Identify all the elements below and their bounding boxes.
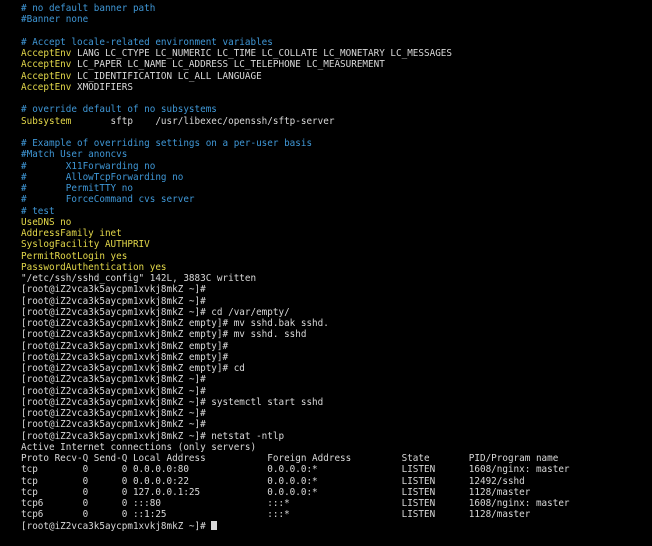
config-keyword: UseDNS no	[21, 216, 72, 228]
terminal-text: [root@iZ2vca3k5aycpm1xvkj8mkZ ~]#	[21, 374, 206, 386]
terminal-line: [root@iZ2vca3k5aycpm1xvkj8mkZ empty]#	[21, 352, 646, 363]
terminal-text: tcp 0 0 127.0.0.1:25 0.0.0.0:* LISTEN 11…	[21, 486, 531, 498]
terminal-line: tcp 0 0 127.0.0.1:25 0.0.0.0:* LISTEN 11…	[21, 487, 646, 498]
config-keyword: AcceptEnv	[21, 70, 72, 82]
terminal-line: # AllowTcpForwarding no	[21, 172, 646, 183]
config-keyword: SyslogFacility AUTHPRIV	[21, 239, 150, 251]
terminal-line: [root@iZ2vca3k5aycpm1xvkj8mkZ empty]# cd	[21, 363, 646, 374]
comment-text: # ForceCommand cvs server	[21, 194, 195, 206]
terminal-text: "/etc/ssh/sshd_config" 142L, 3883C writt…	[21, 273, 257, 284]
comment-text: # override default of no subsystems	[21, 104, 217, 116]
comment-text: # Example of overriding settings on a pe…	[21, 138, 313, 149]
text-cursor	[211, 520, 218, 530]
terminal-text: Proto Recv-Q Send-Q Local Address Foreig…	[21, 453, 559, 464]
terminal-line: AcceptEnv LC_IDENTIFICATION LC_ALL LANGU…	[21, 71, 646, 82]
terminal-text: [root@iZ2vca3k5aycpm1xvkj8mkZ ~]#	[21, 284, 206, 296]
comment-text: # AllowTcpForwarding no	[21, 171, 184, 183]
terminal-text: tcp 0 0 0.0.0.0:22 0.0.0.0:* LISTEN 1249…	[21, 475, 525, 487]
terminal-line: # X11Forwarding no	[21, 161, 646, 172]
comment-text: #Banner none	[21, 14, 89, 26]
config-keyword: AcceptEnv	[21, 59, 72, 71]
terminal-text: [root@iZ2vca3k5aycpm1xvkj8mkZ empty]#	[21, 340, 229, 352]
terminal-text: [root@iZ2vca3k5aycpm1xvkj8mkZ ~]#	[21, 419, 206, 431]
terminal-line: [root@iZ2vca3k5aycpm1xvkj8mkZ ~]#	[21, 284, 646, 295]
terminal-text: sftp /usr/libexec/openssh/sftp-server	[71, 115, 335, 127]
terminal-text: [root@iZ2vca3k5aycpm1xvkj8mkZ empty]# mv…	[21, 318, 329, 329]
comment-text: # PermitTTY no	[21, 183, 133, 194]
terminal-line: Subsystem sftp /usr/libexec/openssh/sftp…	[21, 116, 646, 127]
terminal-text: tcp6 0 0 ::1:25 :::* LISTEN 1128/master	[21, 509, 531, 521]
terminal-line: #Match User anoncvs	[21, 149, 646, 160]
terminal-line: [root@iZ2vca3k5aycpm1xvkj8mkZ empty]# mv…	[21, 329, 646, 340]
terminal-line: [root@iZ2vca3k5aycpm1xvkj8mkZ ~]#	[21, 386, 646, 397]
comment-text: #Match User anoncvs	[21, 149, 128, 161]
terminal-line: tcp6 0 0 :::80 :::* LISTEN 1608/nginx: m…	[21, 498, 646, 509]
comment-text: # X11Forwarding no	[21, 160, 156, 172]
terminal-line: [root@iZ2vca3k5aycpm1xvkj8mkZ ~]#	[21, 374, 646, 385]
config-keyword: AcceptEnv	[21, 81, 72, 93]
terminal-line: [root@iZ2vca3k5aycpm1xvkj8mkZ ~]# netsta…	[21, 431, 646, 442]
config-keyword: PermitRootLogin yes	[21, 250, 128, 262]
terminal-line: AcceptEnv XMODIFIERS	[21, 82, 646, 93]
config-keyword: AcceptEnv	[21, 48, 72, 59]
terminal-line: UseDNS no	[21, 217, 646, 228]
terminal-text: tcp6 0 0 :::80 :::* LISTEN 1608/nginx: m…	[21, 498, 570, 509]
terminal-text: XMODIFIERS	[71, 81, 133, 93]
terminal-line: [root@iZ2vca3k5aycpm1xvkj8mkZ ~]# system…	[21, 397, 646, 408]
terminal-line: [root@iZ2vca3k5aycpm1xvkj8mkZ empty]#	[21, 341, 646, 352]
terminal-text: [root@iZ2vca3k5aycpm1xvkj8mkZ ~]#	[21, 408, 206, 419]
terminal-text: LC_IDENTIFICATION LC_ALL LANGUAGE	[71, 70, 262, 82]
terminal-line: "/etc/ssh/sshd_config" 142L, 3883C writt…	[21, 273, 646, 284]
terminal-text: [root@iZ2vca3k5aycpm1xvkj8mkZ ~]# netsta…	[21, 430, 285, 442]
terminal-line: Proto Recv-Q Send-Q Local Address Foreig…	[21, 453, 646, 464]
terminal-text: tcp 0 0 0.0.0.0:80 0.0.0.0:* LISTEN 1608…	[21, 464, 570, 476]
terminal-line: [root@iZ2vca3k5aycpm1xvkj8mkZ empty]# mv…	[21, 318, 646, 329]
terminal-line: tcp 0 0 0.0.0.0:80 0.0.0.0:* LISTEN 1608…	[21, 464, 646, 475]
terminal-line: # Example of overriding settings on a pe…	[21, 138, 646, 149]
config-keyword: PasswordAuthentication yes	[21, 261, 167, 273]
terminal-line: # PermitTTY no	[21, 183, 646, 194]
shell-prompt-line[interactable]: [root@iZ2vca3k5aycpm1xvkj8mkZ ~]#	[21, 520, 646, 532]
comment-text: # Accept locale-related environment vari…	[21, 36, 273, 48]
terminal-line: PasswordAuthentication yes	[21, 262, 646, 273]
terminal-text: [root@iZ2vca3k5aycpm1xvkj8mkZ ~]#	[21, 385, 206, 397]
terminal-line: [root@iZ2vca3k5aycpm1xvkj8mkZ ~]#	[21, 296, 646, 307]
terminal-line: [root@iZ2vca3k5aycpm1xvkj8mkZ ~]#	[21, 408, 646, 419]
terminal-text: [root@iZ2vca3k5aycpm1xvkj8mkZ ~]# cd /va…	[21, 306, 290, 318]
terminal-text: [root@iZ2vca3k5aycpm1xvkj8mkZ empty]#	[21, 351, 229, 363]
terminal-line: tcp 0 0 0.0.0.0:22 0.0.0.0:* LISTEN 1249…	[21, 476, 646, 487]
comment-text: # no default banner path	[21, 3, 156, 14]
terminal-output[interactable]: # no default banner path #Banner none # Ac…	[21, 3, 646, 532]
config-keyword: Subsystem	[21, 115, 72, 127]
terminal-line: PermitRootLogin yes	[21, 251, 646, 262]
terminal-line: # no default banner path	[21, 3, 646, 14]
terminal-text: [root@iZ2vca3k5aycpm1xvkj8mkZ empty]# mv…	[21, 329, 307, 341]
terminal-line: [root@iZ2vca3k5aycpm1xvkj8mkZ ~]#	[21, 419, 646, 430]
config-keyword: AddressFamily inet	[21, 228, 122, 239]
terminal-text: [root@iZ2vca3k5aycpm1xvkj8mkZ ~]# system…	[21, 396, 324, 408]
comment-text: # test	[21, 205, 55, 217]
terminal-line: AcceptEnv LANG LC_CTYPE LC_NUMERIC LC_TI…	[21, 48, 646, 59]
terminal-text: [root@iZ2vca3k5aycpm1xvkj8mkZ ~]#	[21, 295, 206, 307]
terminal-text: LC_PAPER LC_NAME LC_ADDRESS LC_TELEPHONE…	[71, 59, 385, 71]
terminal-text: [root@iZ2vca3k5aycpm1xvkj8mkZ empty]# cd	[21, 363, 245, 374]
terminal-line: AddressFamily inet	[21, 228, 646, 239]
terminal-text: [root@iZ2vca3k5aycpm1xvkj8mkZ ~]#	[21, 520, 212, 532]
terminal-line: Active Internet connections (only server…	[21, 442, 646, 453]
terminal-line: #Banner none	[21, 14, 646, 25]
terminal-line: # ForceCommand cvs server	[21, 194, 646, 205]
terminal-line: [root@iZ2vca3k5aycpm1xvkj8mkZ ~]# cd /va…	[21, 307, 646, 318]
terminal-window[interactable]: # no default banner path #Banner none # Ac…	[0, 0, 652, 546]
terminal-line: # override default of no subsystems	[21, 104, 646, 115]
terminal-line: tcp6 0 0 ::1:25 :::* LISTEN 1128/master	[21, 509, 646, 520]
terminal-line: # test	[21, 206, 646, 217]
terminal-text: LANG LC_CTYPE LC_NUMERIC LC_TIME LC_COLL…	[71, 48, 452, 59]
terminal-line: AcceptEnv LC_PAPER LC_NAME LC_ADDRESS LC…	[21, 59, 646, 70]
terminal-line: # Accept locale-related environment vari…	[21, 37, 646, 48]
terminal-line: SyslogFacility AUTHPRIV	[21, 239, 646, 250]
terminal-text: Active Internet connections (only server…	[21, 441, 257, 453]
